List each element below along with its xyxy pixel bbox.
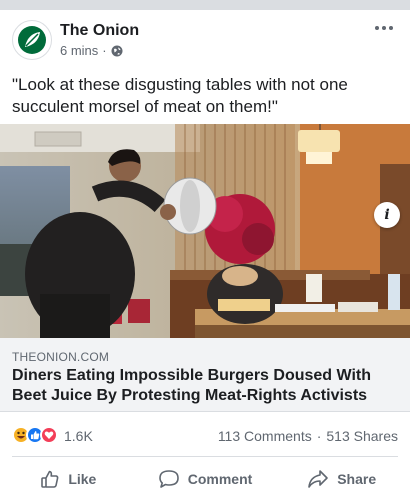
share-arrow-icon	[308, 470, 329, 488]
share-label: Share	[337, 471, 377, 487]
comment-bubble-icon	[158, 470, 179, 488]
page-name[interactable]: The Onion	[60, 22, 139, 40]
share-button[interactable]: Share	[273, 460, 410, 498]
more-options-button[interactable]	[372, 20, 396, 36]
link-preview-image[interactable]	[0, 124, 410, 338]
more-dots-icon	[375, 26, 393, 30]
love-reaction-icon	[40, 426, 58, 444]
engagement-stats: 113 Comments · 513 Shares	[218, 428, 398, 444]
post-text: "Look at these disgusting tables with no…	[12, 75, 348, 116]
post-time[interactable]: 6 mins	[60, 43, 98, 58]
like-label: Like	[68, 471, 97, 487]
comment-count[interactable]: 113 Comments	[218, 428, 312, 444]
comment-label: Comment	[187, 471, 253, 487]
link-card[interactable]: THEONION.COM Diners Eating Impossible Bu…	[0, 338, 410, 412]
thumbs-up-icon	[41, 470, 59, 488]
link-title[interactable]: Diners Eating Impossible Burgers Doused …	[12, 366, 396, 406]
globe-icon	[111, 45, 123, 56]
stats-separator: ·	[316, 428, 322, 444]
post-meta: 6 mins ·	[60, 43, 123, 58]
share-count[interactable]: 513 Shares	[326, 428, 398, 444]
reaction-count[interactable]: 1.6K	[64, 428, 93, 444]
info-icon[interactable]: i	[374, 202, 400, 228]
link-domain: THEONION.COM	[12, 350, 110, 364]
meta-separator: ·	[102, 43, 107, 58]
top-bar	[0, 0, 410, 10]
restaurant-photo	[0, 124, 410, 338]
like-button[interactable]: Like	[0, 460, 137, 498]
action-bar: Like Comment Share	[0, 460, 410, 498]
onion-logo-icon	[18, 26, 46, 54]
comment-button[interactable]: Comment	[137, 460, 274, 498]
page-avatar[interactable]	[12, 20, 52, 60]
reaction-icons[interactable]	[12, 426, 58, 444]
actions-divider	[12, 456, 398, 457]
